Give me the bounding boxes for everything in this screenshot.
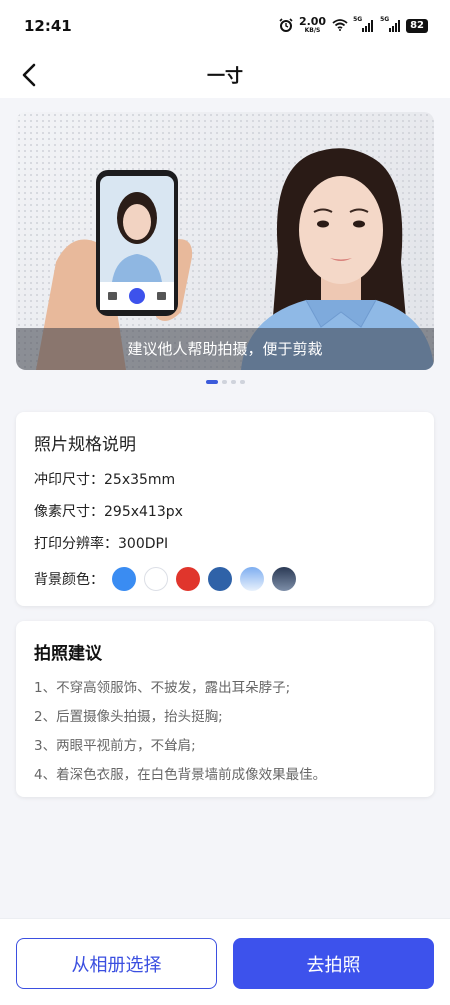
pixel-size: 像素尺寸：295x413px: [34, 504, 183, 520]
status-icons: 2.00 KB/S 5G 5G 82: [279, 15, 428, 35]
bg-color-label: 背景颜色：: [34, 572, 104, 588]
battery-indicator: 82: [406, 19, 428, 33]
back-icon[interactable]: [22, 62, 46, 88]
alarm-icon: [279, 17, 293, 35]
swatch-blue[interactable]: [112, 567, 136, 591]
signal-icon-2: 5G: [380, 16, 401, 32]
speed-value: 2.00: [298, 15, 327, 28]
speed-unit: KB/S: [304, 27, 321, 34]
pager-dot: [230, 380, 236, 384]
swatch-gradient-dark-slate[interactable]: [272, 567, 296, 591]
pager-dot: [239, 380, 245, 384]
swatch-white[interactable]: [144, 567, 168, 591]
signal-icon-1: 5G: [353, 16, 374, 32]
nav-bar: 一寸: [0, 52, 450, 98]
background-color-row: 背景颜色：: [34, 567, 416, 591]
network-speed: 2.00 KB/S: [298, 15, 327, 35]
tip-item: 3、两眼平视前方，不耸肩;: [34, 738, 196, 754]
swatch-dark-blue[interactable]: [208, 567, 232, 591]
guide-banner[interactable]: 建议他人帮助拍摄，便于剪裁: [16, 112, 434, 370]
pager-dot: [221, 380, 227, 384]
signal-tag-1: 5G: [353, 16, 363, 23]
tips-title: 拍照建议: [34, 644, 102, 664]
print-size: 冲印尺寸：25x35mm: [34, 472, 176, 488]
swatch-gradient-light-blue[interactable]: [240, 567, 264, 591]
status-time: 12:41: [24, 17, 72, 35]
swatch-red[interactable]: [176, 567, 200, 591]
spec-card: 照片规格说明 冲印尺寸：25x35mm 像素尺寸：295x413px 打印分辨率…: [16, 412, 434, 606]
banner-pager: [0, 380, 450, 384]
tip-item: 1、不穿高领服饰、不披发，露出耳朵脖子;: [34, 680, 291, 696]
page-title: 一寸: [207, 66, 243, 87]
choose-from-album-button[interactable]: 从相册选择: [16, 938, 217, 989]
signal-tag-2: 5G: [380, 16, 390, 23]
print-resolution: 打印分辨率：300DPI: [34, 536, 169, 552]
spec-title: 照片规格说明: [34, 435, 136, 455]
bottom-action-bar: 从相册选择 去拍照: [0, 918, 450, 1005]
take-photo-button[interactable]: 去拍照: [233, 938, 434, 989]
tips-card: 拍照建议 1、不穿高领服饰、不披发，露出耳朵脖子; 2、后置摄像头拍摄，抬头挺胸…: [16, 621, 434, 797]
pager-dot-active: [205, 380, 218, 384]
status-bar: 12:41 2.00 KB/S 5G 5G 82: [0, 0, 450, 52]
tip-item: 4、着深色衣服，在白色背景墙前成像效果最佳。: [34, 767, 327, 783]
tip-item: 2、后置摄像头拍摄，抬头挺胸;: [34, 709, 223, 725]
banner-caption: 建议他人帮助拍摄，便于剪裁: [16, 328, 434, 370]
wifi-icon: [332, 18, 348, 34]
